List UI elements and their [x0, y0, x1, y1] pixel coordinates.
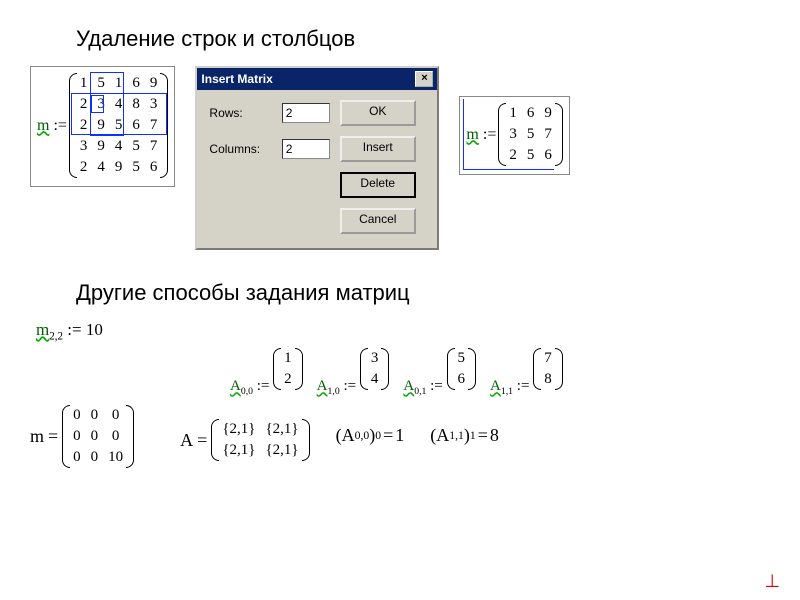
insert-matrix-dialog: Insert Matrix × Rows: OK Columns: Insert…: [195, 66, 439, 250]
rows-input[interactable]: [282, 103, 330, 123]
columns-label: Columns:: [209, 142, 271, 156]
dialog-title-text: Insert Matrix: [201, 72, 272, 86]
right-matrix-box: m := 169 357 256: [459, 96, 569, 175]
rows-label: Rows:: [209, 106, 271, 120]
insert-button[interactable]: Insert: [340, 136, 416, 162]
scalar-assign: m2,2 := 10: [36, 320, 770, 342]
dialog-titlebar[interactable]: Insert Matrix ×: [197, 68, 437, 90]
assign-op-left: :=: [53, 117, 66, 135]
heading-delete: Удаление строк и столбцов: [76, 26, 770, 52]
a-assign-row: A0,0 := 12 A1,0 := 34 A0,1 := 56 A1,1 :=…: [230, 348, 770, 397]
ok-button[interactable]: OK: [340, 100, 416, 126]
a01: A0,1 := 56: [403, 348, 476, 397]
heading-other: Другие способы задания матриц: [76, 280, 770, 306]
columns-input[interactable]: [282, 139, 330, 159]
row-top: m := 15169 23483 29567 39457 24956 Inser…: [30, 66, 770, 250]
var-m22: m: [36, 320, 49, 339]
indexed-2: (A1,1)1 =8: [430, 425, 499, 446]
selection-cursor: [91, 95, 104, 113]
left-matrix-box: m := 15169 23483 29567 39457 24956: [30, 66, 175, 187]
close-icon[interactable]: ×: [415, 71, 433, 87]
a11: A1,1 := 78: [490, 348, 563, 397]
red-cursor-icon: ⊥: [764, 571, 780, 592]
a-eval: A = {2,1}{2,1} {2,1}{2,1}: [180, 419, 309, 461]
cancel-button[interactable]: Cancel: [340, 208, 416, 234]
dialog-body: Rows: OK Columns: Insert Delete Cancel: [197, 90, 437, 248]
selection-box-right: [463, 99, 554, 170]
selection-box-2: [71, 93, 167, 135]
delete-button[interactable]: Delete: [340, 172, 416, 198]
a00: A0,0 := 12: [230, 348, 303, 397]
a10: A1,0 := 34: [317, 348, 390, 397]
bottom-row: m = 000 000 0010 A = {2,1}{2,1} {2,1}{2,…: [30, 405, 770, 468]
indexed-1: (A0,0)0 =1: [336, 425, 405, 446]
left-matrix-paren: 15169 23483 29567 39457 24956: [69, 73, 169, 178]
var-m-left: m: [37, 117, 49, 135]
m-eval: m = 000 000 0010: [30, 405, 134, 468]
